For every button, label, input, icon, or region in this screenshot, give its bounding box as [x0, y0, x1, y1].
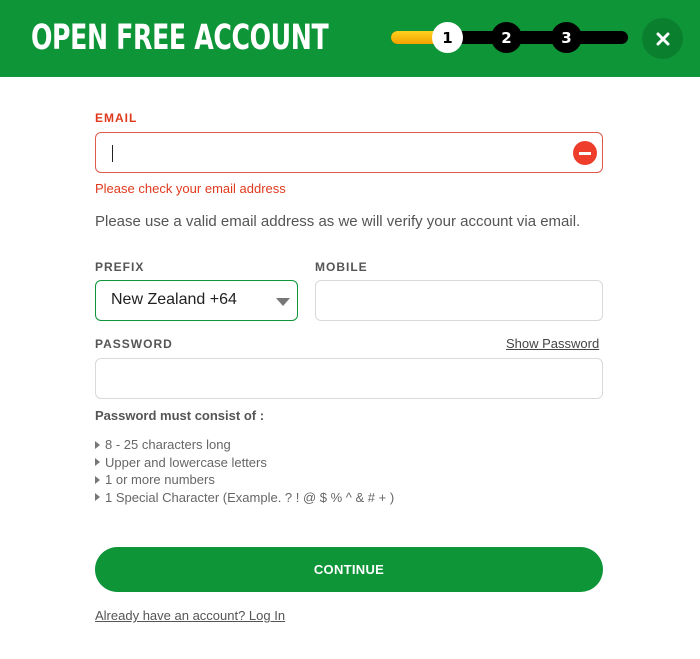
- caret-right-icon: [95, 440, 100, 449]
- email-error-message: Please check your email address: [95, 181, 286, 196]
- header: OPEN FREE ACCOUNT 1 2 3: [0, 0, 700, 77]
- password-label: PASSWORD: [95, 337, 173, 351]
- show-password-link[interactable]: Show Password: [506, 336, 599, 351]
- caret-right-icon: [95, 458, 100, 467]
- close-icon: [656, 32, 669, 45]
- caret-right-icon: [95, 475, 100, 484]
- list-item: 1 or more numbers: [95, 471, 394, 489]
- mobile-label: MOBILE: [315, 260, 368, 274]
- password-rules-title: Password must consist of :: [95, 408, 265, 423]
- list-item: Upper and lowercase letters: [95, 454, 394, 472]
- step-3: 3: [551, 22, 582, 53]
- mobile-field[interactable]: [315, 280, 603, 321]
- continue-button[interactable]: CONTINUE: [95, 547, 603, 592]
- prefix-selected-value: New Zealand +64: [111, 291, 237, 308]
- text-cursor: [112, 145, 113, 162]
- close-button[interactable]: [642, 18, 683, 59]
- chevron-down-icon: [276, 298, 290, 306]
- email-label: EMAIL: [95, 111, 138, 125]
- page-title: OPEN FREE ACCOUNT: [31, 18, 329, 58]
- minus-circle-icon[interactable]: [573, 141, 597, 165]
- caret-right-icon: [95, 493, 100, 502]
- password-rules-list: 8 - 25 characters long Upper and lowerca…: [95, 436, 394, 506]
- email-help-text: Please use a valid email address as we w…: [95, 213, 581, 230]
- email-field[interactable]: [95, 132, 603, 173]
- prefix-select[interactable]: New Zealand +64: [95, 280, 298, 321]
- list-item: 1 Special Character (Example. ? ! @ $ % …: [95, 489, 394, 507]
- prefix-label: PREFIX: [95, 260, 145, 274]
- login-link[interactable]: Already have an account? Log In: [95, 608, 285, 623]
- list-item: 8 - 25 characters long: [95, 436, 394, 454]
- step-2: 2: [491, 22, 522, 53]
- step-1: 1: [432, 22, 463, 53]
- password-field[interactable]: [95, 358, 603, 399]
